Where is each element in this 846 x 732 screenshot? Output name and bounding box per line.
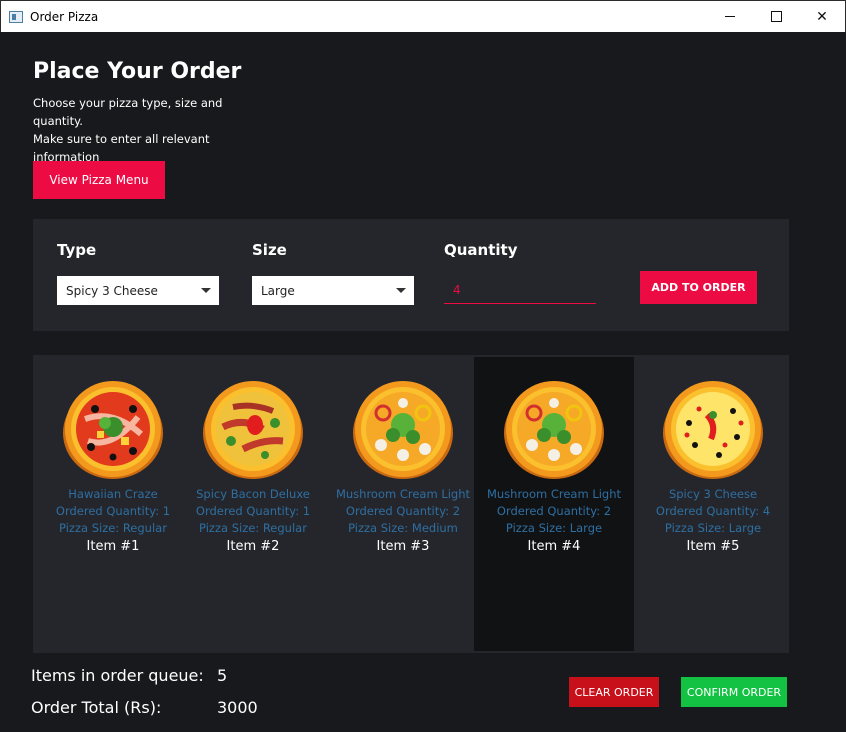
order-pizza-window: Order Pizza ✕ Place Your Order Choose yo… [0, 0, 846, 732]
confirm-order-button[interactable]: CONFIRM ORDER [681, 677, 787, 707]
item-size: Pizza Size: Medium [348, 521, 458, 535]
order-total-label: Order Total (Rs): [31, 698, 162, 717]
type-select-value: Spicy 3 Cheese [66, 283, 158, 298]
size-select[interactable]: Large [252, 276, 414, 305]
item-name: Mushroom Cream Light [486, 487, 622, 501]
item-quantity: Ordered Quantity: 1 [55, 504, 171, 518]
order-total-value: 3000 [217, 698, 258, 717]
maximize-icon [770, 11, 782, 22]
order-item-card[interactable]: Mushroom Cream Light Ordered Quantity: 2 P… [474, 357, 634, 651]
maximize-button[interactable] [753, 1, 799, 32]
page-title: Place Your Order [33, 59, 242, 84]
app-icon [9, 10, 23, 23]
description-line: Choose your pizza type, size and quantit… [33, 96, 223, 128]
add-to-order-button[interactable]: ADD TO ORDER [640, 271, 757, 304]
item-quantity: Ordered Quantity: 2 [496, 504, 612, 518]
minimize-icon [725, 16, 735, 17]
window-controls: ✕ [707, 1, 845, 32]
pizza-image [504, 381, 604, 479]
item-name: Hawaiian Craze [68, 487, 158, 501]
pizza-image [353, 381, 453, 479]
order-item-card[interactable]: Spicy 3 Cheese Ordered Quantity: 4 Pizza S… [633, 357, 793, 651]
item-number: Item #4 [527, 539, 581, 554]
item-number: Item #3 [376, 539, 430, 554]
order-item-card[interactable]: Spicy Bacon Deluxe Ordered Quantity: 1 Piz… [173, 357, 333, 651]
size-label: Size [252, 241, 287, 259]
item-size: Pizza Size: Large [664, 521, 762, 535]
order-items-list: Hawaiian Craze Ordered Quantity: 1 Pizza S… [33, 355, 789, 653]
minimize-button[interactable] [707, 1, 753, 32]
item-number: Item #2 [226, 539, 280, 554]
quantity-label: Quantity [444, 241, 518, 259]
item-name: Mushroom Cream Light [335, 487, 471, 501]
type-select[interactable]: Spicy 3 Cheese [57, 276, 219, 305]
view-pizza-menu-button[interactable]: View Pizza Menu [33, 161, 165, 199]
order-item-card[interactable]: Hawaiian Craze Ordered Quantity: 1 Pizza S… [33, 357, 193, 651]
item-name: Spicy 3 Cheese [668, 487, 758, 501]
type-label: Type [57, 241, 97, 259]
item-quantity: Ordered Quantity: 4 [655, 504, 771, 518]
clear-order-button[interactable]: CLEAR ORDER [569, 677, 659, 707]
item-number: Item #1 [86, 539, 140, 554]
order-item-card[interactable]: Mushroom Cream Light Ordered Quantity: 2 P… [323, 357, 483, 651]
item-quantity: Ordered Quantity: 2 [345, 504, 461, 518]
item-name: Spicy Bacon Deluxe [196, 487, 310, 501]
chevron-down-icon [201, 288, 211, 293]
size-select-value: Large [261, 283, 295, 298]
pizza-image [63, 381, 163, 479]
title-bar: Order Pizza ✕ [0, 0, 846, 32]
item-quantity: Ordered Quantity: 1 [195, 504, 311, 518]
item-number: Item #5 [686, 539, 740, 554]
queue-count-value: 5 [217, 666, 228, 685]
pizza-image [203, 381, 303, 479]
item-size: Pizza Size: Regular [199, 521, 307, 535]
close-icon: ✕ [816, 8, 828, 25]
queue-count-label: Items in order queue: [31, 666, 204, 685]
order-form-panel: Type Spicy 3 Cheese Size Large Quantity … [33, 219, 789, 331]
pizza-image [663, 381, 763, 479]
item-size: Pizza Size: Large [505, 521, 603, 535]
window-title: Order Pizza [30, 9, 99, 24]
quantity-input-value: 4 [453, 282, 461, 297]
item-size: Pizza Size: Regular [59, 521, 167, 535]
close-button[interactable]: ✕ [799, 1, 845, 32]
chevron-down-icon [396, 288, 406, 293]
quantity-input[interactable]: 4 [444, 276, 596, 304]
